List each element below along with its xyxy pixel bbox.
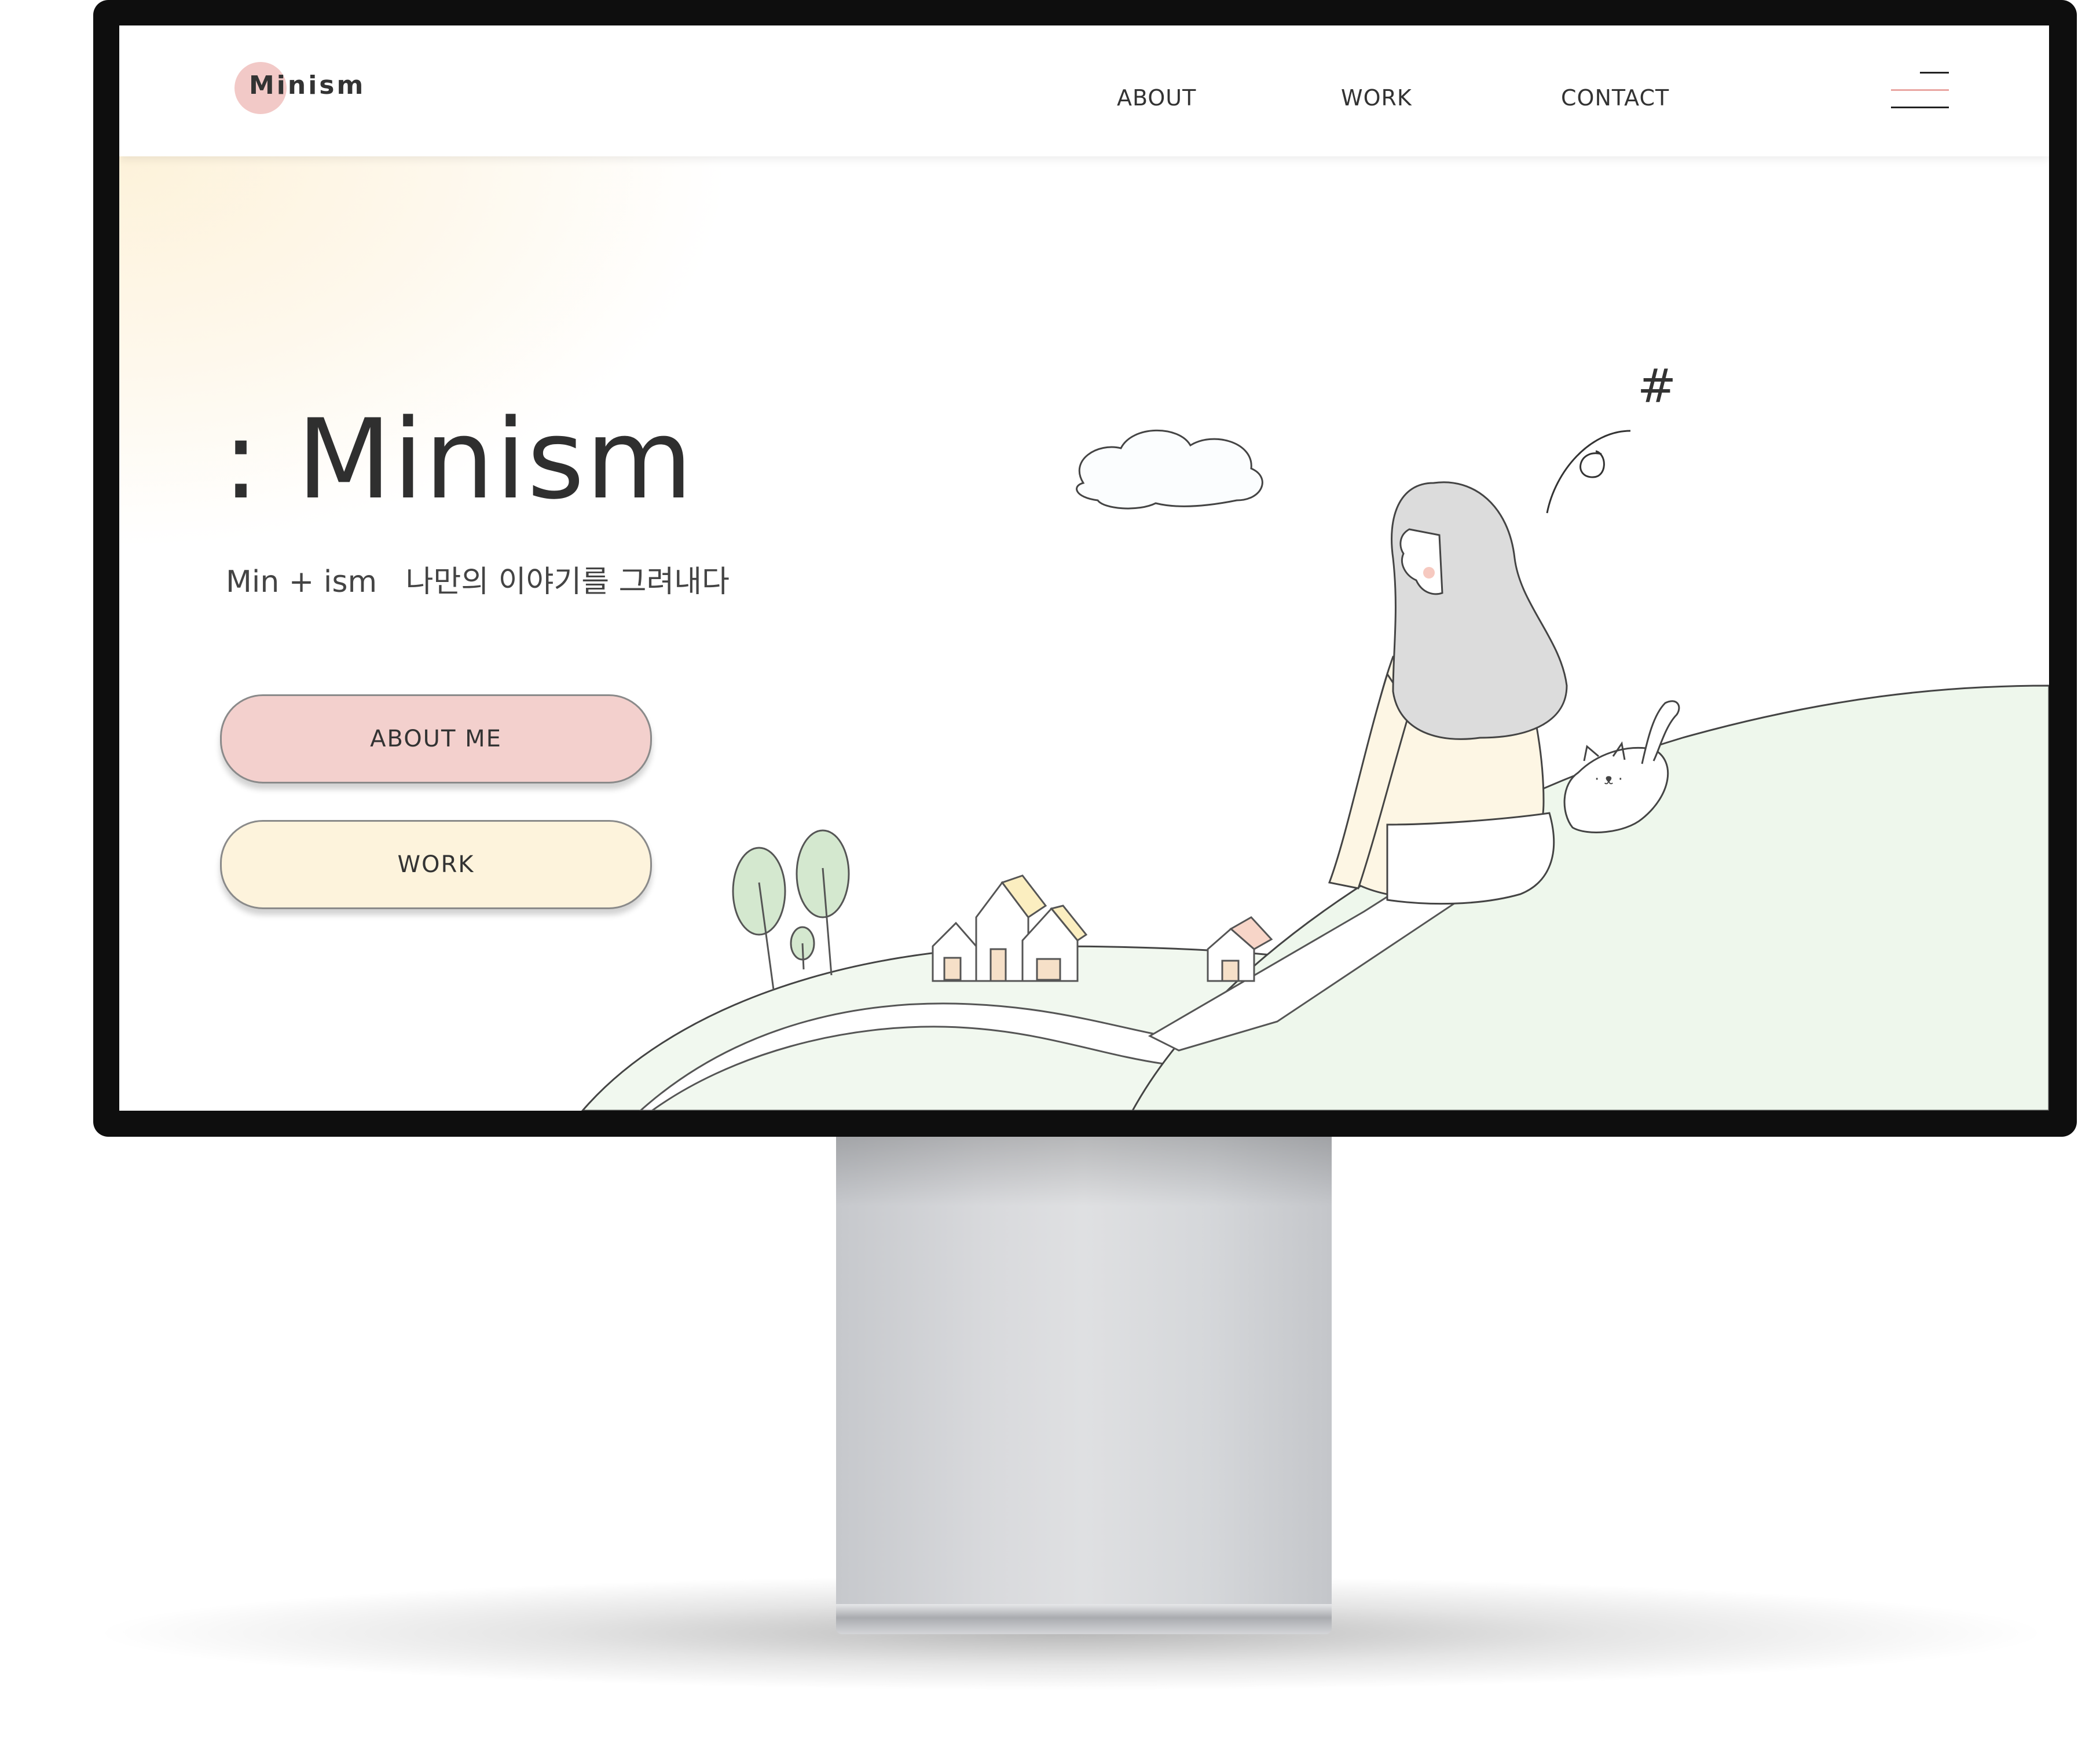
hero-subtitle: Min + ism 나만의 이야기를 그려내다 (226, 565, 730, 599)
about-me-button[interactable]: ABOUT ME (220, 694, 652, 784)
hamburger-menu-icon[interactable] (1885, 66, 1949, 118)
thought-hash: # (1637, 359, 1676, 413)
site-logo[interactable]: Minism (249, 71, 365, 100)
nav-contact[interactable]: CONTACT (1561, 85, 1669, 111)
girl-cheek (1423, 567, 1435, 579)
hero-title: : Minism (222, 396, 694, 523)
hamburger-line (1891, 89, 1949, 91)
monitor-screen: # · ᴥ · Minism ABOUT WORK CONTACT : Mini (119, 25, 2049, 1111)
girl-hair (1391, 481, 1568, 740)
monitor-stand-shade (836, 1137, 1332, 1206)
monitor-stand-foot (836, 1604, 1332, 1634)
desktop-mockup: # · ᴥ · Minism ABOUT WORK CONTACT : Mini (0, 0, 2100, 1739)
trees (732, 829, 850, 990)
houses (932, 874, 1088, 982)
cloud (1076, 429, 1263, 510)
monitor-stand (836, 1137, 1332, 1610)
nav-about[interactable]: ABOUT (1117, 85, 1196, 111)
hamburger-line (1891, 107, 1949, 108)
site-header: Minism ABOUT WORK CONTACT (119, 25, 2049, 156)
svg-text:· ᴥ ·: · ᴥ · (1595, 771, 1623, 788)
nav-work[interactable]: WORK (1341, 85, 1412, 111)
hamburger-line (1920, 72, 1949, 74)
girl-skirt (1386, 812, 1555, 905)
work-button[interactable]: WORK (220, 820, 652, 909)
thought-squiggle (1546, 430, 1631, 514)
